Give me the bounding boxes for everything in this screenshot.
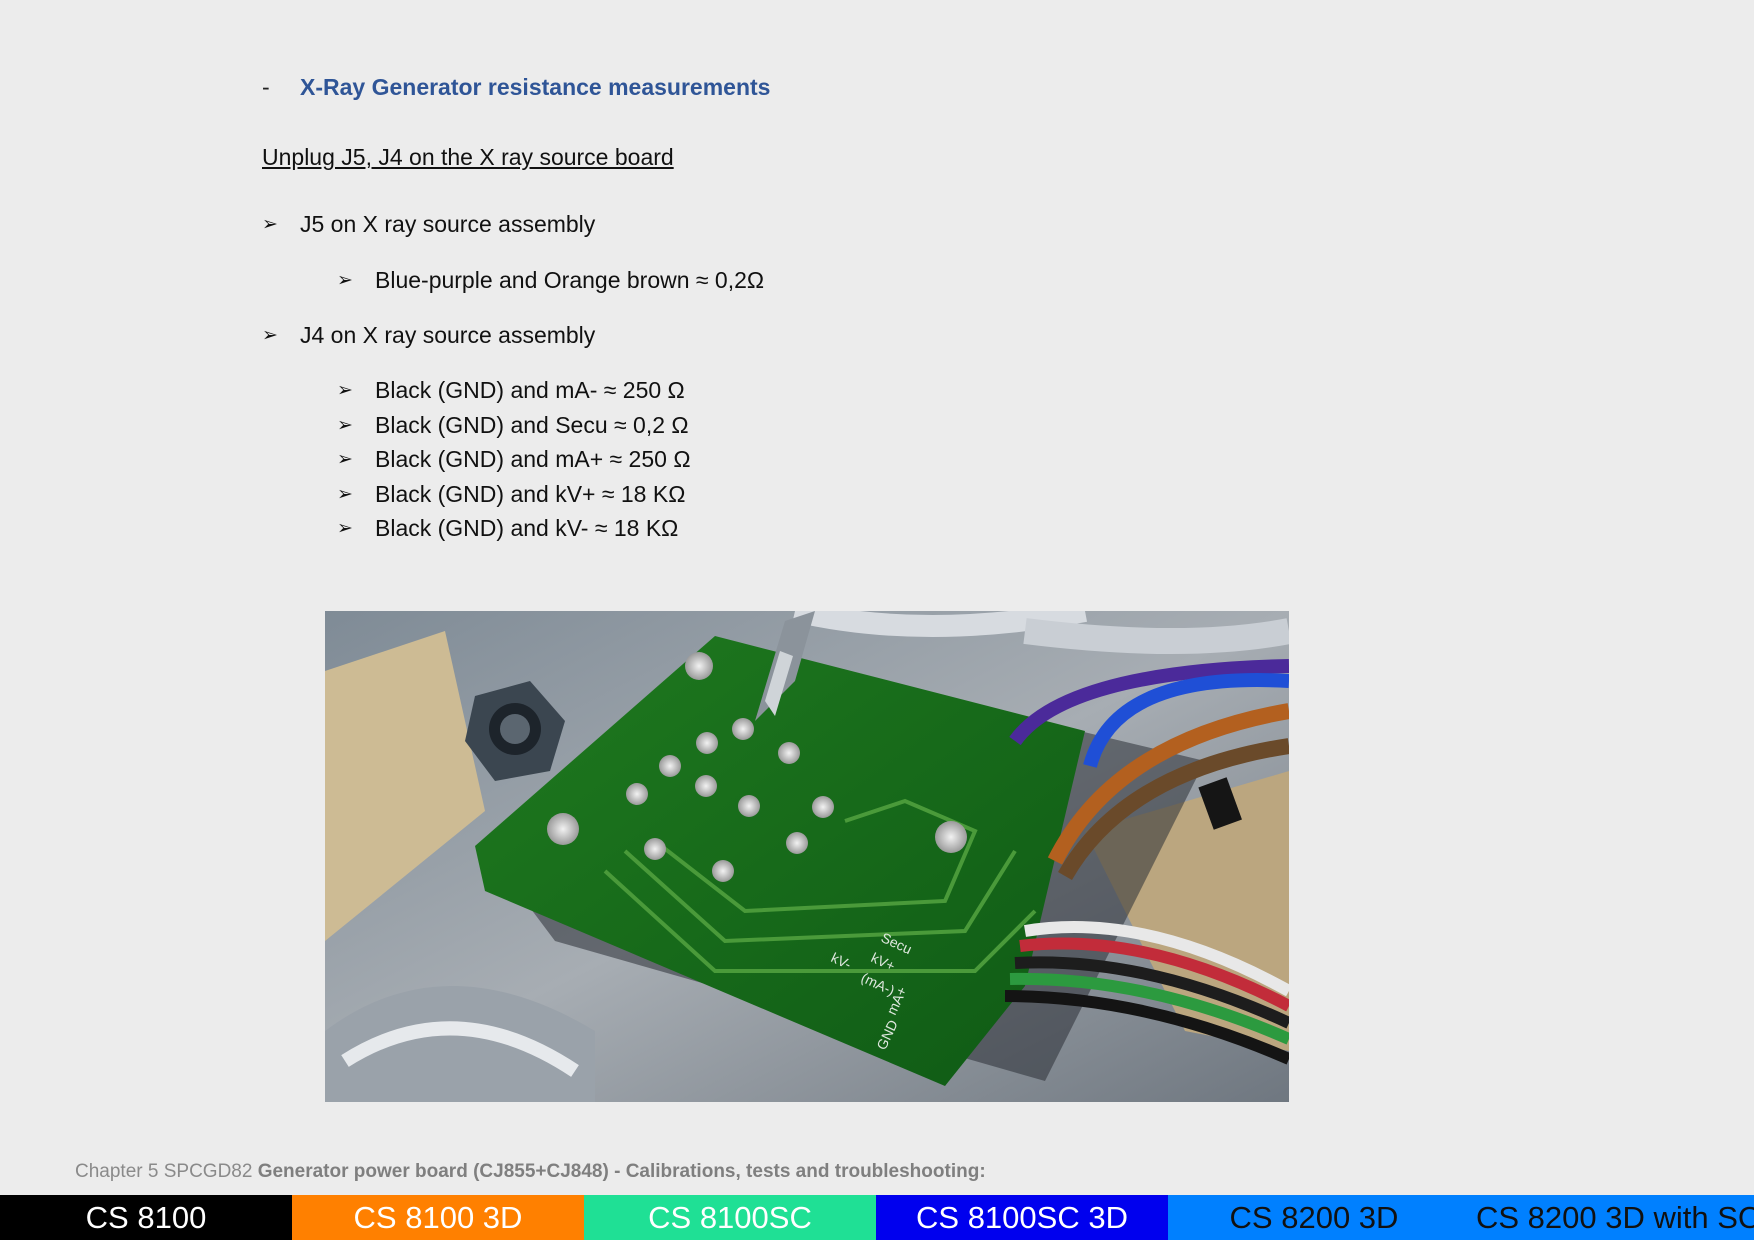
j5-measurement: Blue-purple and Orange brown ≈ 0,2Ω [375,267,765,293]
product-tab-bar: CS 8100 CS 8100 3D CS 8100SC CS 8100SC 3… [0,1195,1754,1240]
j5-label: J5 on X ray source assembly [300,211,596,237]
j4-item: ➢ J4 on X ray source assembly [262,322,595,349]
section-title: X-Ray Generator resistance measurements [300,74,771,100]
tab-cs-8100sc[interactable]: CS 8100SC [584,1195,876,1240]
tab-cs-8200-3d-with-sc[interactable]: CS 8200 3D with SC [1460,1195,1754,1240]
tab-cs-8100-3d[interactable]: CS 8100 3D [292,1195,584,1240]
arrow-bullet-icon: ➢ [337,415,353,436]
section-heading: - X-Ray Generator resistance measurement… [262,74,770,101]
j4-measurement: Black (GND) and mA- ≈ 250 Ω [375,377,685,403]
chapter-label: Chapter 5 SPCGD82 [75,1161,253,1182]
arrow-bullet-icon: ➢ [337,380,353,401]
arrow-bullet-icon: ➢ [337,518,353,539]
arrow-bullet-icon: ➢ [337,449,353,470]
arrow-bullet-icon: ➢ [337,270,353,291]
j4-subitem: ➢ Black (GND) and Secu ≈ 0,2 Ω [337,412,689,439]
j4-subitem: ➢ Black (GND) and kV+ ≈ 18 KΩ [337,481,685,508]
j4-measurement: Black (GND) and kV+ ≈ 18 KΩ [375,481,686,507]
arrow-bullet-icon: ➢ [337,484,353,505]
j4-measurement: Black (GND) and mA+ ≈ 250 Ω [375,446,691,472]
chapter-title: Generator power board (CJ855+CJ848) - Ca… [257,1161,986,1182]
arrow-bullet-icon: ➢ [262,325,278,346]
j4-measurement: Black (GND) and Secu ≈ 0,2 Ω [375,412,689,438]
chapter-caption: Chapter 5 SPCGD82 Generator power board … [75,1161,986,1183]
j4-measurement: Black (GND) and kV- ≈ 18 KΩ [375,515,679,541]
j4-subitem: ➢ Black (GND) and mA- ≈ 250 Ω [337,377,685,404]
j4-label: J4 on X ray source assembly [300,322,596,348]
tab-cs-8200-3d[interactable]: CS 8200 3D [1168,1195,1460,1240]
tab-cs-8100sc-3d[interactable]: CS 8100SC 3D [876,1195,1168,1240]
j5-item: ➢ J5 on X ray source assembly [262,211,595,238]
unplug-instruction: Unplug J5, J4 on the X ray source board [262,144,674,170]
j4-subitem: ➢ Black (GND) and kV- ≈ 18 KΩ [337,515,678,542]
tab-cs-8100[interactable]: CS 8100 [0,1195,292,1240]
j4-subitem: ➢ Black (GND) and mA+ ≈ 250 Ω [337,446,691,473]
xray-board-photo: Secu kV+ kV- (mA-) mA+ GND [325,611,1289,1102]
arrow-bullet-icon: ➢ [262,214,278,235]
j5-subitem: ➢ Blue-purple and Orange brown ≈ 0,2Ω [337,267,764,294]
dash-marker: - [262,74,270,100]
